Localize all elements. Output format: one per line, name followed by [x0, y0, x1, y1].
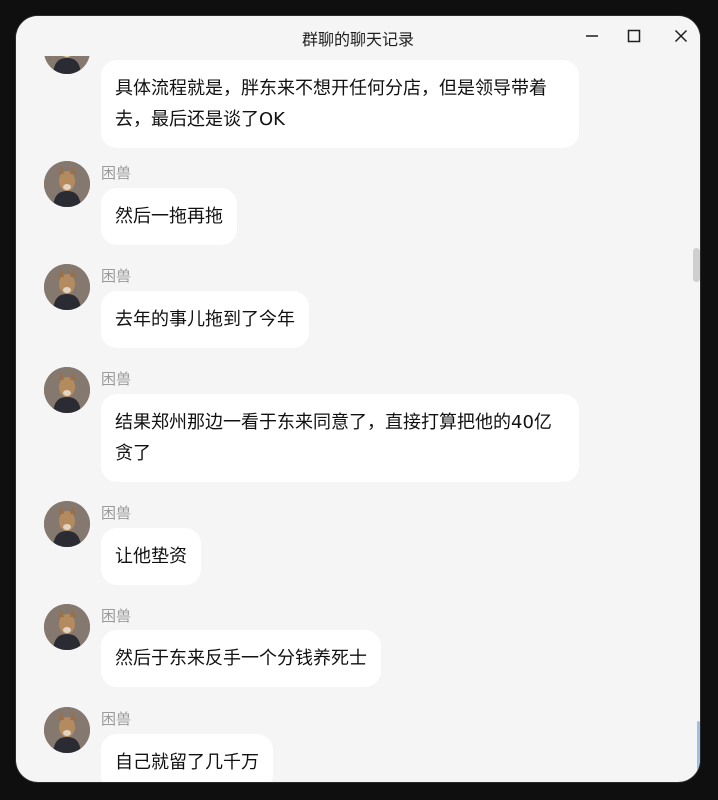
sender-name: 困兽 [101, 504, 132, 522]
maximize-button[interactable] [619, 24, 649, 48]
maximize-icon [627, 29, 641, 43]
avatar[interactable] [44, 367, 90, 413]
message-bubble[interactable]: 去年的事儿拖到了今年 [101, 291, 309, 348]
minimize-button[interactable] [577, 24, 607, 48]
avatar-image [44, 707, 90, 753]
avatar[interactable] [44, 501, 90, 547]
window-edge-accent [697, 721, 700, 773]
avatar-image [44, 604, 90, 650]
sender-name: 困兽 [101, 370, 132, 388]
title-bar[interactable]: 群聊的聊天记录 [16, 16, 700, 56]
chat-history-window: 具体流程就是，胖东来不想开任何分店，但是领导带着去，最后还是谈了OK 困兽 然后… [16, 16, 700, 782]
minimize-icon [586, 35, 598, 37]
message-bubble[interactable]: 具体流程就是，胖东来不想开任何分店，但是领导带着去，最后还是谈了OK [101, 60, 579, 148]
message-bubble[interactable]: 自己就留了几千万 [101, 734, 273, 782]
close-icon [674, 29, 688, 43]
sender-name: 困兽 [101, 164, 132, 182]
avatar[interactable] [44, 707, 90, 753]
avatar-image [44, 264, 90, 310]
avatar[interactable] [44, 604, 90, 650]
avatar-image [44, 367, 90, 413]
avatar[interactable] [44, 161, 90, 207]
avatar[interactable] [44, 264, 90, 310]
message-bubble[interactable]: 让他垫资 [101, 528, 201, 585]
avatar-image [44, 501, 90, 547]
message-bubble[interactable]: 结果郑州那边一看于东来同意了，直接打算把他的40亿贪了 [101, 394, 579, 482]
scrollbar-thumb[interactable] [693, 248, 700, 282]
message-bubble[interactable]: 然后一拖再拖 [101, 188, 237, 245]
close-button[interactable] [666, 24, 696, 48]
sender-name: 困兽 [101, 710, 132, 728]
sender-name: 困兽 [101, 607, 132, 625]
message-bubble[interactable]: 然后于东来反手一个分钱养死士 [101, 630, 381, 687]
avatar-image [44, 161, 90, 207]
sender-name: 困兽 [101, 267, 132, 285]
message-list[interactable]: 具体流程就是，胖东来不想开任何分店，但是领导带着去，最后还是谈了OK 困兽 然后… [16, 16, 700, 782]
